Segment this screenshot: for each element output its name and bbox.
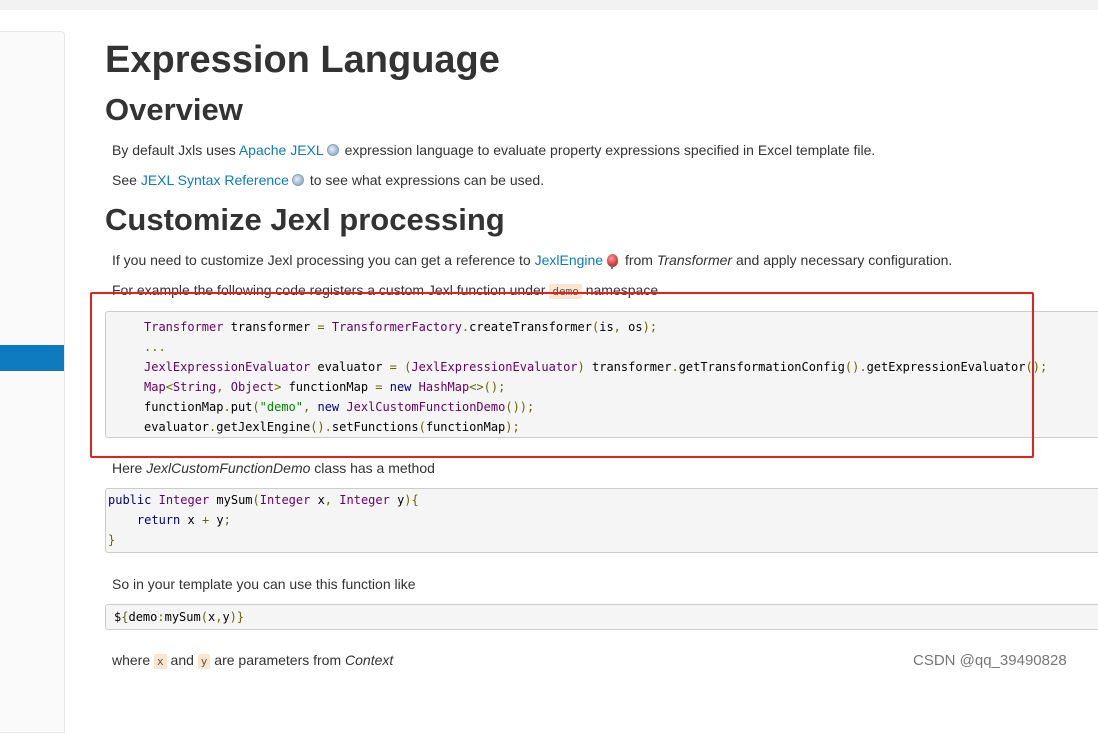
customize-heading: Customize Jexl processing (105, 202, 505, 237)
text: from (621, 252, 657, 268)
overview-paragraph-2: See JEXL Syntax Reference to see what ex… (112, 170, 544, 190)
code-block-template[interactable]: ${demo:mySum(x,y)} (105, 604, 1098, 630)
inline-code-y: y (197, 654, 211, 669)
external-link-icon (326, 144, 339, 156)
here-paragraph: Here JexlCustomFunctionDemo class has a … (112, 458, 435, 478)
jexlengine-link[interactable]: JexlEngine (535, 252, 604, 268)
text: Here (112, 460, 147, 476)
where-paragraph: where x and y are parameters from Contex… (112, 650, 393, 672)
so-paragraph: So in your template you can use this fun… (112, 576, 416, 592)
apache-jexl-link[interactable]: Apache JEXL (239, 142, 324, 158)
top-bar (0, 0, 1098, 10)
text: By default Jxls uses (112, 142, 239, 158)
text: and apply necessary configuration. (732, 252, 953, 268)
text: where (112, 652, 155, 668)
code-line: return x + y; (136, 513, 231, 527)
context-emphasis: Context (345, 652, 394, 668)
red-pin-icon (607, 254, 619, 269)
highlight-annotation-box (90, 292, 1034, 458)
text: and (166, 652, 198, 668)
class-name-emphasis: JexlCustomFunctionDemo (146, 460, 311, 476)
overview-paragraph-1: By default Jxls uses Apache JEXL express… (112, 140, 875, 160)
transformer-emphasis: Transformer (656, 252, 733, 268)
sidebar (0, 31, 65, 733)
inline-code-x: x (154, 654, 167, 669)
jexl-syntax-reference-link[interactable]: JEXL Syntax Reference (141, 172, 289, 188)
text: to see what expressions can be used. (305, 172, 545, 188)
overview-heading: Overview (105, 92, 243, 127)
text: expression language to evaluate property… (340, 142, 876, 158)
text: If you need to customize Jexl processing… (112, 252, 535, 268)
page-title: Expression Language (105, 39, 500, 81)
customize-paragraph-1: If you need to customize Jexl processing… (112, 250, 952, 270)
external-link-icon (291, 174, 304, 186)
code-line: public Integer mySum(Integer x, Integer … (108, 493, 419, 507)
code-block-method[interactable]: public Integer mySum(Integer x, Integer … (105, 488, 1098, 553)
code-line: ${demo:mySum(x,y)} (114, 610, 245, 624)
csdn-watermark: CSDN @qq_39490828 (913, 652, 1067, 669)
text: See (112, 172, 141, 188)
sidebar-active-item[interactable] (0, 345, 64, 371)
text: are parameters from (210, 652, 346, 668)
code-line: } (108, 533, 116, 547)
text: class has a method (310, 460, 435, 476)
